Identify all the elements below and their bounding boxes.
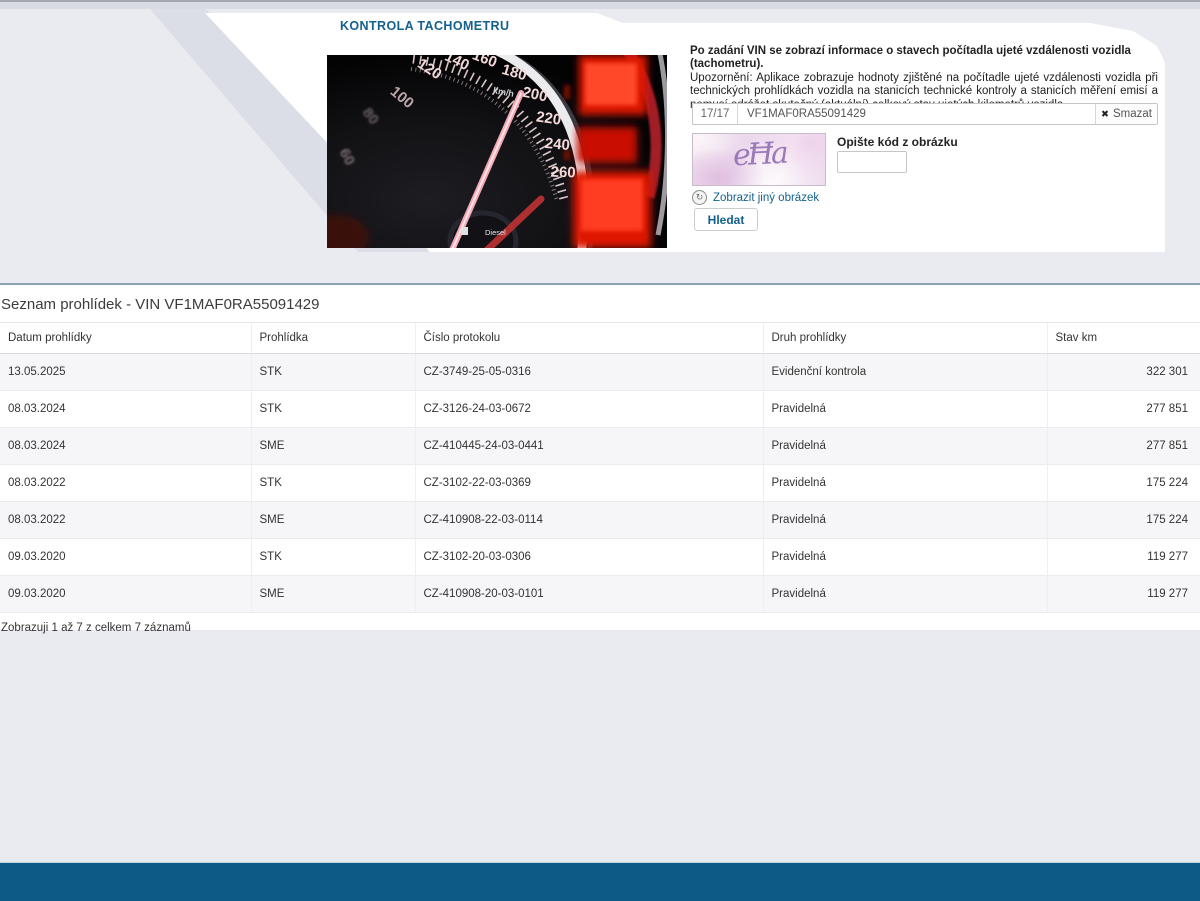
table-row: 08.03.2024 STK CZ-3126-24-03-0672 Pravideln…: [0, 390, 1200, 428]
table-cell: STK: [250, 353, 415, 391]
table-cell: Pravidelná: [762, 390, 1047, 428]
table-cell: 08.03.2024: [0, 390, 251, 428]
table-cell: CZ-3749-25-05-0316: [414, 353, 763, 391]
table-cell: Evidenční kontrola: [762, 353, 1047, 391]
gauge-label-260: 260: [550, 164, 576, 182]
table-cell: SME: [250, 575, 415, 613]
table-cell: 09.03.2020: [0, 575, 251, 613]
table-row: 08.03.2022 STK CZ-3102-22-03-0369 Pravideln…: [0, 464, 1200, 502]
records-summary: Zobrazuji 1 až 7 z celkem 7 záznamů: [1, 622, 191, 634]
gauge-label-220: 220: [535, 108, 562, 128]
page-title: KONTROLA TACHOMETRU: [340, 19, 510, 33]
table-cell: 09.03.2020: [0, 538, 251, 576]
table-cell: SME: [250, 427, 415, 465]
table-cell: Pravidelná: [762, 464, 1047, 502]
table-cell: 277 851: [1046, 427, 1200, 465]
vin-input-group: 17/17 ✖ Smazat: [692, 103, 1158, 125]
table-cell: CZ-3102-22-03-0369: [414, 464, 763, 502]
captcha-distorted-text: eĦa: [732, 135, 787, 174]
refresh-icon: ↻: [692, 190, 707, 205]
clear-vin-button[interactable]: ✖ Smazat: [1095, 104, 1157, 124]
column-header-km: Stav km: [1046, 322, 1200, 354]
table-cell: 119 277: [1046, 538, 1200, 576]
refresh-captcha-link[interactable]: ↻ Zobrazit jiný obrázek: [692, 190, 819, 205]
table-cell: CZ-3102-20-03-0306: [414, 538, 763, 576]
table-cell: 277 851: [1046, 390, 1200, 428]
results-section: Seznam prohlídek - VIN VF1MAF0RA55091429…: [0, 285, 1200, 634]
table-header-row: Datum prohlídky Prohlídka Číslo protokol…: [0, 322, 1200, 354]
search-button[interactable]: Hledat: [694, 208, 758, 231]
table-row: 08.03.2024 SME CZ-410445-24-03-0441 Pravide…: [0, 427, 1200, 465]
table-cell: Pravidelná: [762, 575, 1047, 613]
intro-lead-text: Po zadání VIN se zobrazí informace o sta…: [690, 45, 1131, 71]
search-panel: Po zadání VIN se zobrazí informace o sta…: [690, 45, 1158, 245]
table-row: 13.05.2025 STK CZ-3749-25-05-0316 Evidenční…: [0, 353, 1200, 391]
table-cell: Pravidelná: [762, 427, 1047, 465]
inspection-table-body: 13.05.2025 STK CZ-3749-25-05-0316 Evidenční…: [0, 353, 1200, 613]
column-header-inspection: Prohlídka: [250, 322, 415, 354]
vin-input[interactable]: [738, 104, 1095, 124]
gauge-label-240: 240: [544, 135, 570, 154]
table-cell: 08.03.2022: [0, 501, 251, 539]
gauge-fuel-label: Diesel: [485, 228, 506, 237]
table-row: 08.03.2022 SME CZ-410908-22-03-0114 Pravide…: [0, 501, 1200, 539]
table-cell: 119 277: [1046, 575, 1200, 613]
refresh-captcha-label: Zobrazit jiný obrázek: [713, 191, 820, 204]
table-cell: 08.03.2024: [0, 427, 251, 465]
table-cell: CZ-410445-24-03-0441: [414, 427, 763, 465]
window-top-strip: [0, 2, 1200, 9]
speedometer-image: 60 80 100 120 140 160 180 200 220 240 26…: [327, 55, 667, 248]
table-cell: CZ-410908-20-03-0101: [414, 575, 763, 613]
clear-vin-label: Smazat: [1112, 108, 1152, 120]
table-cell: SME: [250, 501, 415, 539]
column-header-protocol: Číslo protokolu: [414, 322, 763, 354]
captcha-input[interactable]: [837, 151, 907, 173]
column-header-type: Druh prohlídky: [762, 322, 1047, 354]
results-heading: Seznam prohlídek - VIN VF1MAF0RA55091429: [1, 296, 320, 313]
table-cell: STK: [250, 464, 415, 502]
table-cell: Pravidelná: [762, 538, 1047, 576]
table-cell: CZ-410908-22-03-0114: [414, 501, 763, 539]
captcha-label: Opište kód z obrázku: [837, 135, 958, 149]
inspection-table: Datum prohlídky Prohlídka Číslo protokol…: [0, 322, 1200, 613]
footer-bar: [0, 862, 1200, 901]
vin-char-counter: 17/17: [693, 104, 738, 124]
table-cell: 13.05.2025: [0, 353, 251, 391]
table-cell: STK: [250, 538, 415, 576]
table-cell: Pravidelná: [762, 501, 1047, 539]
table-cell: CZ-3126-24-03-0672: [414, 390, 763, 428]
captcha-image: eĦa: [692, 133, 826, 186]
table-row: 09.03.2020 STK CZ-3102-20-03-0306 Pravideln…: [0, 538, 1200, 576]
fuel-pump-icon: [461, 227, 468, 235]
table-cell: 175 224: [1046, 464, 1200, 502]
speedometer-graphic: 60 80 100 120 140 160 180 200 220 240 26…: [327, 55, 667, 248]
table-cell: 08.03.2022: [0, 464, 251, 502]
table-cell: 175 224: [1046, 501, 1200, 539]
column-header-date: Datum prohlídky: [0, 322, 251, 354]
table-cell: 322 301: [1046, 353, 1200, 391]
table-row: 09.03.2020 SME CZ-410908-20-03-0101 Pravide…: [0, 575, 1200, 613]
close-icon: ✖: [1101, 108, 1109, 120]
table-cell: STK: [250, 390, 415, 428]
